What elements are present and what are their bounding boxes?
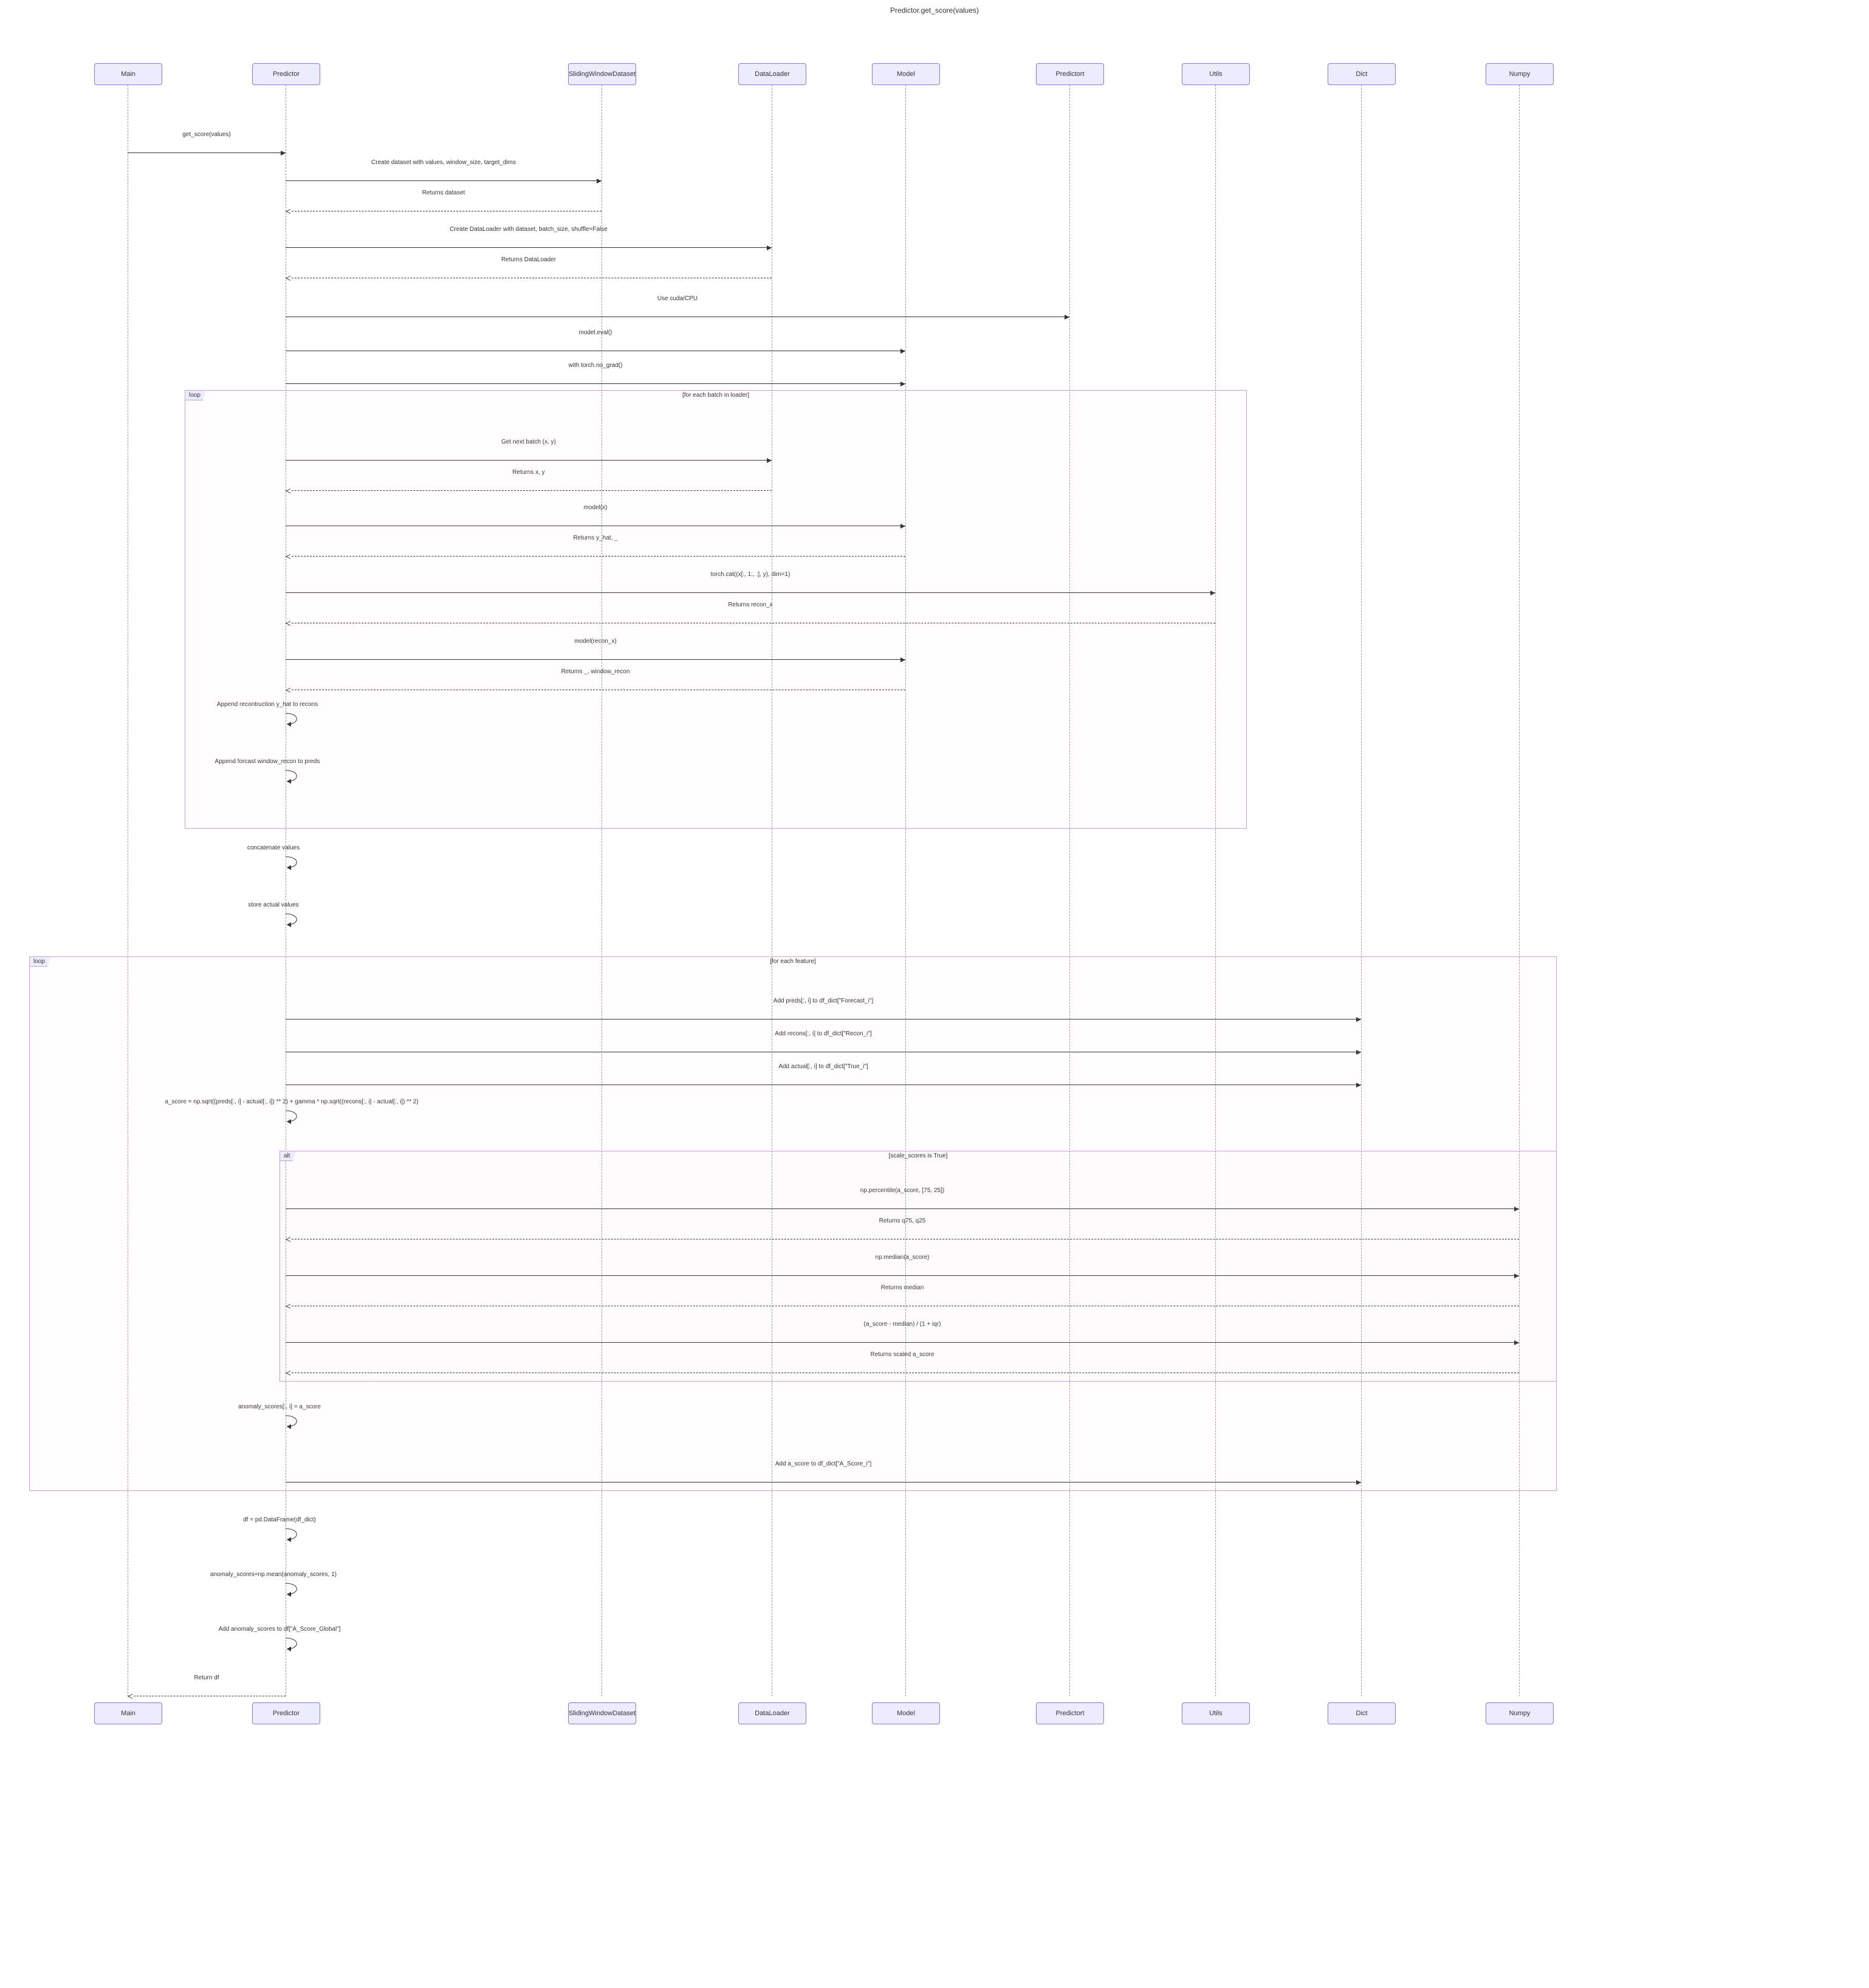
frame-condition: [for each batch in loader] — [185, 392, 1246, 399]
message-label: get_score(values) — [128, 131, 286, 138]
message-label: with torch.no_grad() — [286, 362, 905, 369]
message-label: Add anomaly_scores to df["A_Score_Global… — [164, 1626, 395, 1633]
participant-box: Dict — [1328, 1702, 1396, 1724]
participant-box: Utils — [1182, 63, 1250, 85]
participant-box: Predictort — [1036, 1702, 1104, 1724]
frame-condition: [scale_scores is True] — [280, 1153, 1556, 1159]
message-label: Returns dataset — [286, 190, 602, 196]
self-message: concatenate values — [286, 854, 310, 872]
message-arrow: Create dataset with values, window_size,… — [286, 169, 602, 181]
participant-box: Numpy — [1486, 1702, 1554, 1724]
participant-box: Main — [94, 63, 162, 85]
message-label: df = pd.DataFrame(df_dict) — [201, 1517, 358, 1523]
participant-box: DataLoader — [738, 1702, 806, 1724]
message-label: store actual values — [213, 902, 334, 908]
participant-box: Predictor — [252, 63, 320, 85]
self-message: Add anomaly_scores to df["A_Score_Global… — [286, 1636, 310, 1654]
message-label: Use cuda/CPU — [286, 295, 1069, 302]
frame-condition: [for each feature] — [30, 958, 1556, 965]
message-arrow: Create DataLoader with dataset, batch_si… — [286, 236, 772, 248]
participant-box: Predictort — [1036, 63, 1104, 85]
loop-frame: [for each batch in loader] — [185, 390, 1247, 829]
self-message: df = pd.DataFrame(df_dict) — [286, 1526, 310, 1544]
participant-box: SlidingWindowDataset — [568, 1702, 636, 1724]
self-message: store actual values — [286, 911, 310, 930]
message-label: concatenate values — [213, 845, 334, 851]
participant-box: Main — [94, 1702, 162, 1724]
participant-box: SlidingWindowDataset — [568, 63, 636, 85]
message-arrow: with torch.no_grad() — [286, 372, 905, 384]
participant-box: Dict — [1328, 63, 1396, 85]
participant-box: Model — [872, 1702, 940, 1724]
message-arrow: Use cuda/CPU — [286, 305, 1069, 317]
participant-box: Predictor — [252, 1702, 320, 1724]
message-arrow: get_score(values) — [128, 141, 286, 153]
message-arrow: Returns DataLoader — [286, 266, 772, 278]
message-label: model.eval() — [286, 329, 905, 336]
participant-box: Numpy — [1486, 63, 1554, 85]
sequence-canvas: Main Predictor SlidingWindowDataset DataLoa… — [0, 19, 1592, 1733]
message-label: Return df — [128, 1674, 286, 1681]
participant-box: Utils — [1182, 1702, 1250, 1724]
message-arrow: Returns dataset — [286, 199, 602, 211]
message-label: anomaly_scores=np.mean(anomaly_scores, 1… — [164, 1571, 383, 1578]
message-label: Create dataset with values, window_size,… — [286, 159, 602, 166]
alt-frame: [scale_scores is True] — [279, 1151, 1557, 1382]
diagram-title: Predictor.get_score(values) — [0, 6, 1869, 19]
message-label: Returns DataLoader — [286, 256, 772, 263]
message-label: Create DataLoader with dataset, batch_si… — [286, 226, 772, 233]
participant-box: Model — [872, 63, 940, 85]
message-arrow: model.eval() — [286, 339, 905, 351]
participant-box: DataLoader — [738, 63, 806, 85]
message-arrow: Return df — [128, 1684, 286, 1696]
self-message: anomaly_scores=np.mean(anomaly_scores, 1… — [286, 1581, 310, 1599]
